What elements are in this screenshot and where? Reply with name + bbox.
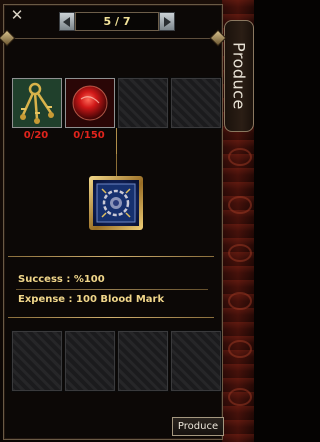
golden-keys-icon — [12, 78, 62, 128]
connector-line — [116, 154, 117, 176]
tab-produce-label: Produce — [229, 42, 249, 110]
success-rate-text: Success : %100 — [18, 274, 105, 285]
tab-produce[interactable]: Produce — [224, 20, 254, 132]
material-slot-3[interactable] — [117, 77, 169, 129]
output-slot-3[interactable] — [117, 330, 169, 392]
arrow-right-icon — [164, 16, 171, 27]
material-slot-4[interactable] — [170, 77, 222, 129]
result-slot[interactable] — [89, 176, 143, 230]
header-divider — [6, 38, 218, 39]
ornament-swirl — [228, 292, 252, 310]
ornament-swirl — [228, 148, 252, 166]
red-orb-icon — [65, 78, 115, 128]
info-bottom-divider — [8, 317, 214, 318]
page-indicator: 5 / 7 — [75, 12, 159, 31]
material-count-2: 0/150 — [73, 130, 105, 141]
output-slot-2[interactable] — [64, 330, 116, 392]
material-count-1: 0/20 — [23, 130, 49, 141]
info-mid-divider — [16, 289, 208, 290]
connector-line — [116, 128, 117, 154]
ornament-swirl — [228, 244, 252, 262]
output-slot-4[interactable] — [170, 330, 222, 392]
ornament-swirl — [228, 388, 252, 406]
close-icon: ✕ — [10, 6, 24, 24]
info-top-divider — [8, 256, 214, 257]
blue-seal-scroll-icon — [93, 180, 139, 226]
ornament-swirl — [228, 340, 252, 358]
expense-text: Expense : 100 Blood Mark — [18, 294, 165, 305]
close-button[interactable]: ✕ — [10, 6, 24, 24]
produce-button[interactable]: Produce — [172, 417, 224, 436]
output-slot-1[interactable] — [11, 330, 63, 392]
ornament-swirl — [228, 196, 252, 214]
arrow-left-icon — [63, 16, 70, 27]
previous-page-button[interactable] — [59, 12, 75, 31]
next-page-button[interactable] — [159, 12, 175, 31]
